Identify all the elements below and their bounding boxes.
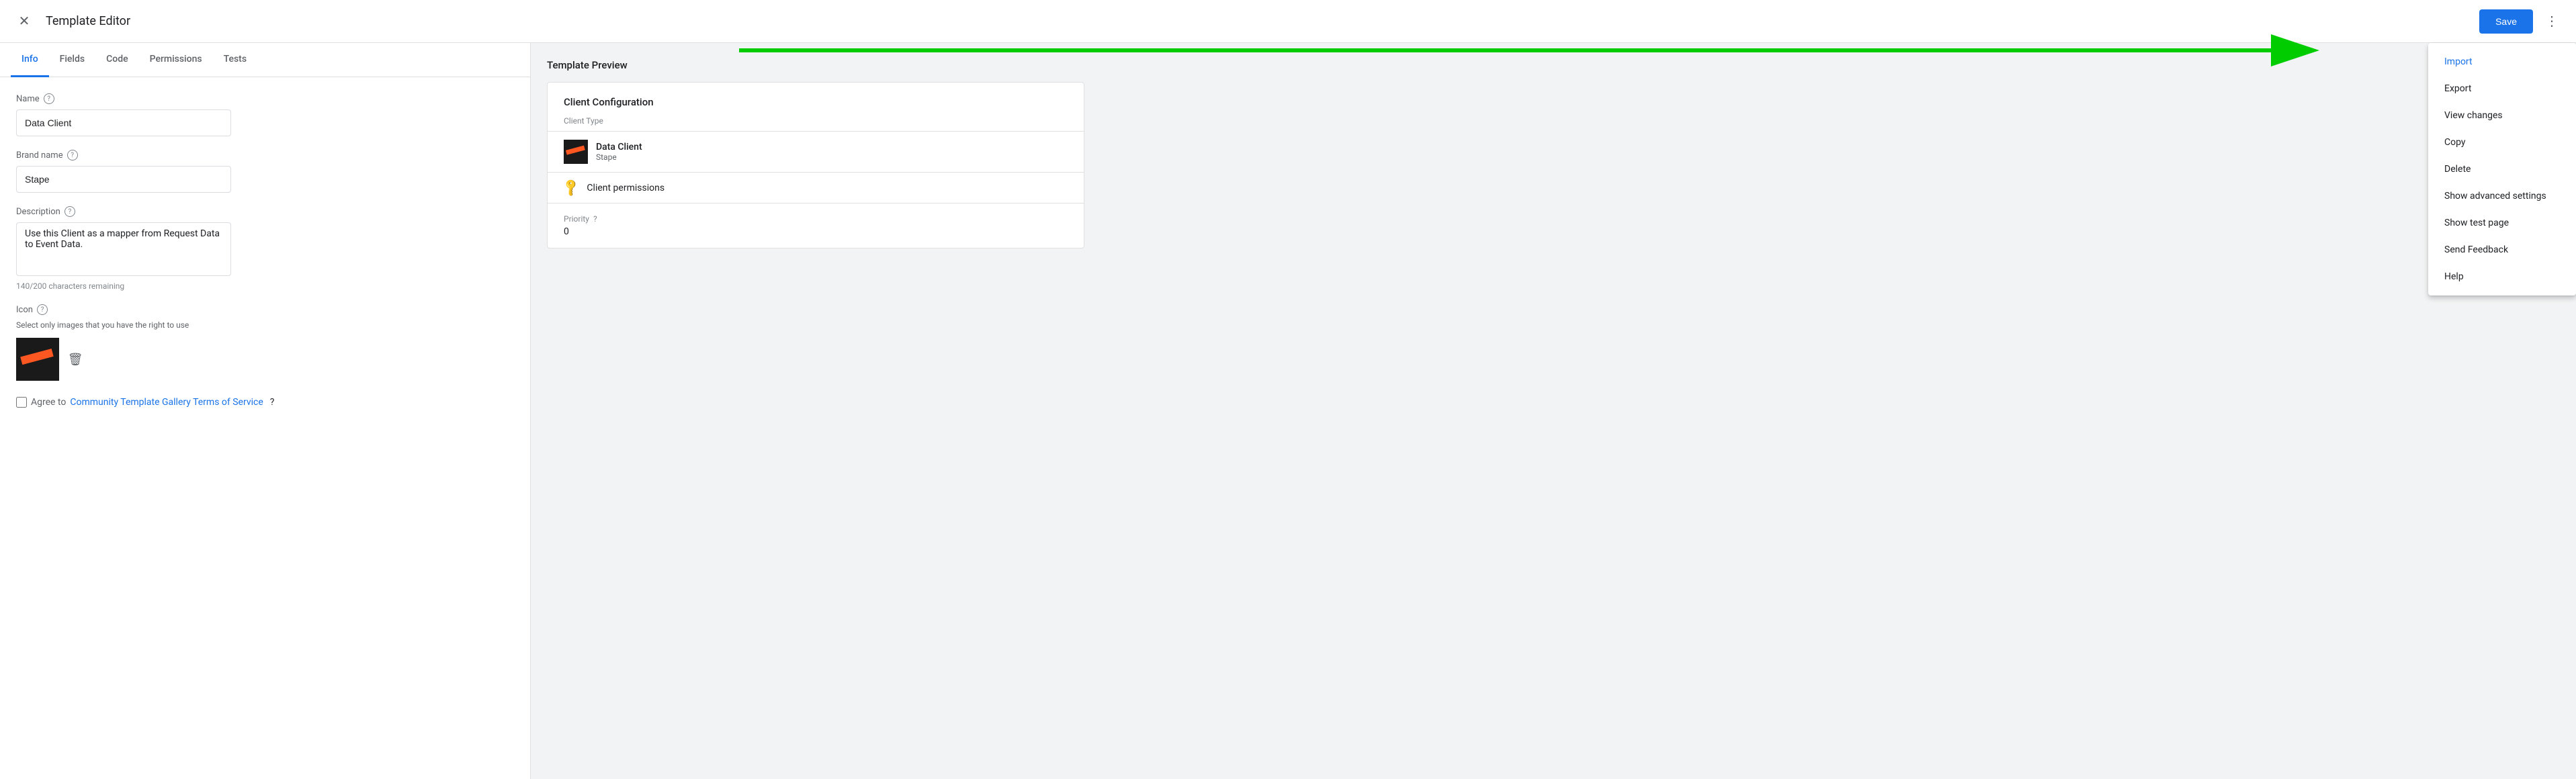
topbar-left: ✕ Template Editor <box>11 8 2479 35</box>
tab-bar: Info Fields Code Permissions Tests <box>0 43 530 77</box>
left-panel: Info Fields Code Permissions Tests Name … <box>0 43 531 779</box>
permissions-label: Client permissions <box>587 183 664 193</box>
tos-row: Agree to Community Template Gallery Term… <box>16 397 514 408</box>
brand-help-icon[interactable]: ? <box>67 150 78 161</box>
menu-item-copy[interactable]: Copy <box>2428 129 2576 156</box>
tab-tests[interactable]: Tests <box>213 43 257 77</box>
close-icon: ✕ <box>19 13 30 30</box>
trash-icon: 🗑 <box>68 353 83 367</box>
save-button[interactable]: Save <box>2479 9 2533 34</box>
topbar-actions: Save ⋮ <box>2479 8 2565 35</box>
menu-item-show-test[interactable]: Show test page <box>2428 210 2576 236</box>
preview-card-header: Client Configuration <box>548 83 1084 116</box>
tos-prefix-text: Agree to <box>31 397 66 408</box>
client-row: Data Client Stape <box>548 131 1084 172</box>
menu-item-import[interactable]: Import <box>2428 48 2576 75</box>
dropdown-menu: Import Export View changes Copy Delete S… <box>2428 43 2576 295</box>
tos-link[interactable]: Community Template Gallery Terms of Serv… <box>70 397 263 408</box>
icon-label: Icon ? <box>16 304 514 315</box>
name-input[interactable] <box>16 109 231 136</box>
topbar: ✕ Template Editor Save ⋮ <box>0 0 2576 43</box>
tos-help-icon[interactable]: ? <box>270 397 275 408</box>
icon-preview <box>16 338 59 381</box>
menu-item-view-changes[interactable]: View changes <box>2428 102 2576 129</box>
close-button[interactable]: ✕ <box>11 8 38 35</box>
client-info: Data Client Stape <box>596 142 642 162</box>
app-title: Template Editor <box>46 14 130 28</box>
name-field-group: Name ? <box>16 93 514 136</box>
name-help-icon[interactable]: ? <box>44 93 54 104</box>
menu-item-export[interactable]: Export <box>2428 75 2576 102</box>
brand-input[interactable] <box>16 166 231 193</box>
client-name: Data Client <box>596 142 642 152</box>
more-options-button[interactable]: ⋮ <box>2538 8 2565 35</box>
tab-permissions[interactable]: Permissions <box>139 43 213 77</box>
key-icon: 🔑 <box>561 177 582 198</box>
client-icon-preview <box>564 140 588 164</box>
brand-label: Brand name ? <box>16 150 514 161</box>
description-label: Description ? <box>16 206 514 217</box>
priority-help-icon[interactable]: ? <box>593 214 597 224</box>
menu-item-show-advanced[interactable]: Show advanced settings <box>2428 183 2576 210</box>
delete-icon-button[interactable]: 🗑 <box>65 349 86 370</box>
description-help-icon[interactable]: ? <box>65 206 75 217</box>
icon-help-icon[interactable]: ? <box>37 304 48 315</box>
priority-section: Priority ? 0 <box>548 203 1084 248</box>
tab-fields[interactable]: Fields <box>49 43 95 77</box>
right-panel: Template Preview Client Configuration Cl… <box>531 43 2576 779</box>
menu-item-delete[interactable]: Delete <box>2428 156 2576 183</box>
priority-label: Priority ? <box>564 214 1068 224</box>
name-label: Name ? <box>16 93 514 104</box>
icon-field-group: Icon ? Select only images that you have … <box>16 304 514 381</box>
client-type-label: Client Type <box>548 116 1084 131</box>
form-content: Name ? Brand name ? Description ? U <box>0 77 530 779</box>
tos-checkbox[interactable] <box>16 397 27 408</box>
client-brand: Stape <box>596 152 642 162</box>
tab-code[interactable]: Code <box>95 43 138 77</box>
client-icon-svg <box>564 140 588 164</box>
menu-item-help[interactable]: Help <box>2428 263 2576 290</box>
tab-info[interactable]: Info <box>11 43 49 77</box>
permissions-row: 🔑 Client permissions <box>548 172 1084 203</box>
icon-helper-text: Select only images that you have the rig… <box>16 320 514 330</box>
description-input[interactable]: Use this Client as a mapper from Request… <box>16 222 231 276</box>
brand-field-group: Brand name ? <box>16 150 514 193</box>
icon-svg <box>16 338 59 381</box>
main-layout: Info Fields Code Permissions Tests Name … <box>0 43 2576 779</box>
description-field-group: Description ? Use this Client as a mappe… <box>16 206 514 291</box>
preview-card: Client Configuration Client Type Data Cl… <box>547 82 1084 248</box>
char-count: 140/200 characters remaining <box>16 281 514 291</box>
priority-value: 0 <box>564 226 1068 237</box>
menu-item-send-feedback[interactable]: Send Feedback <box>2428 236 2576 263</box>
icon-preview-area: 🗑 <box>16 338 514 381</box>
preview-title: Template Preview <box>547 59 2560 71</box>
more-icon: ⋮ <box>2545 13 2559 30</box>
